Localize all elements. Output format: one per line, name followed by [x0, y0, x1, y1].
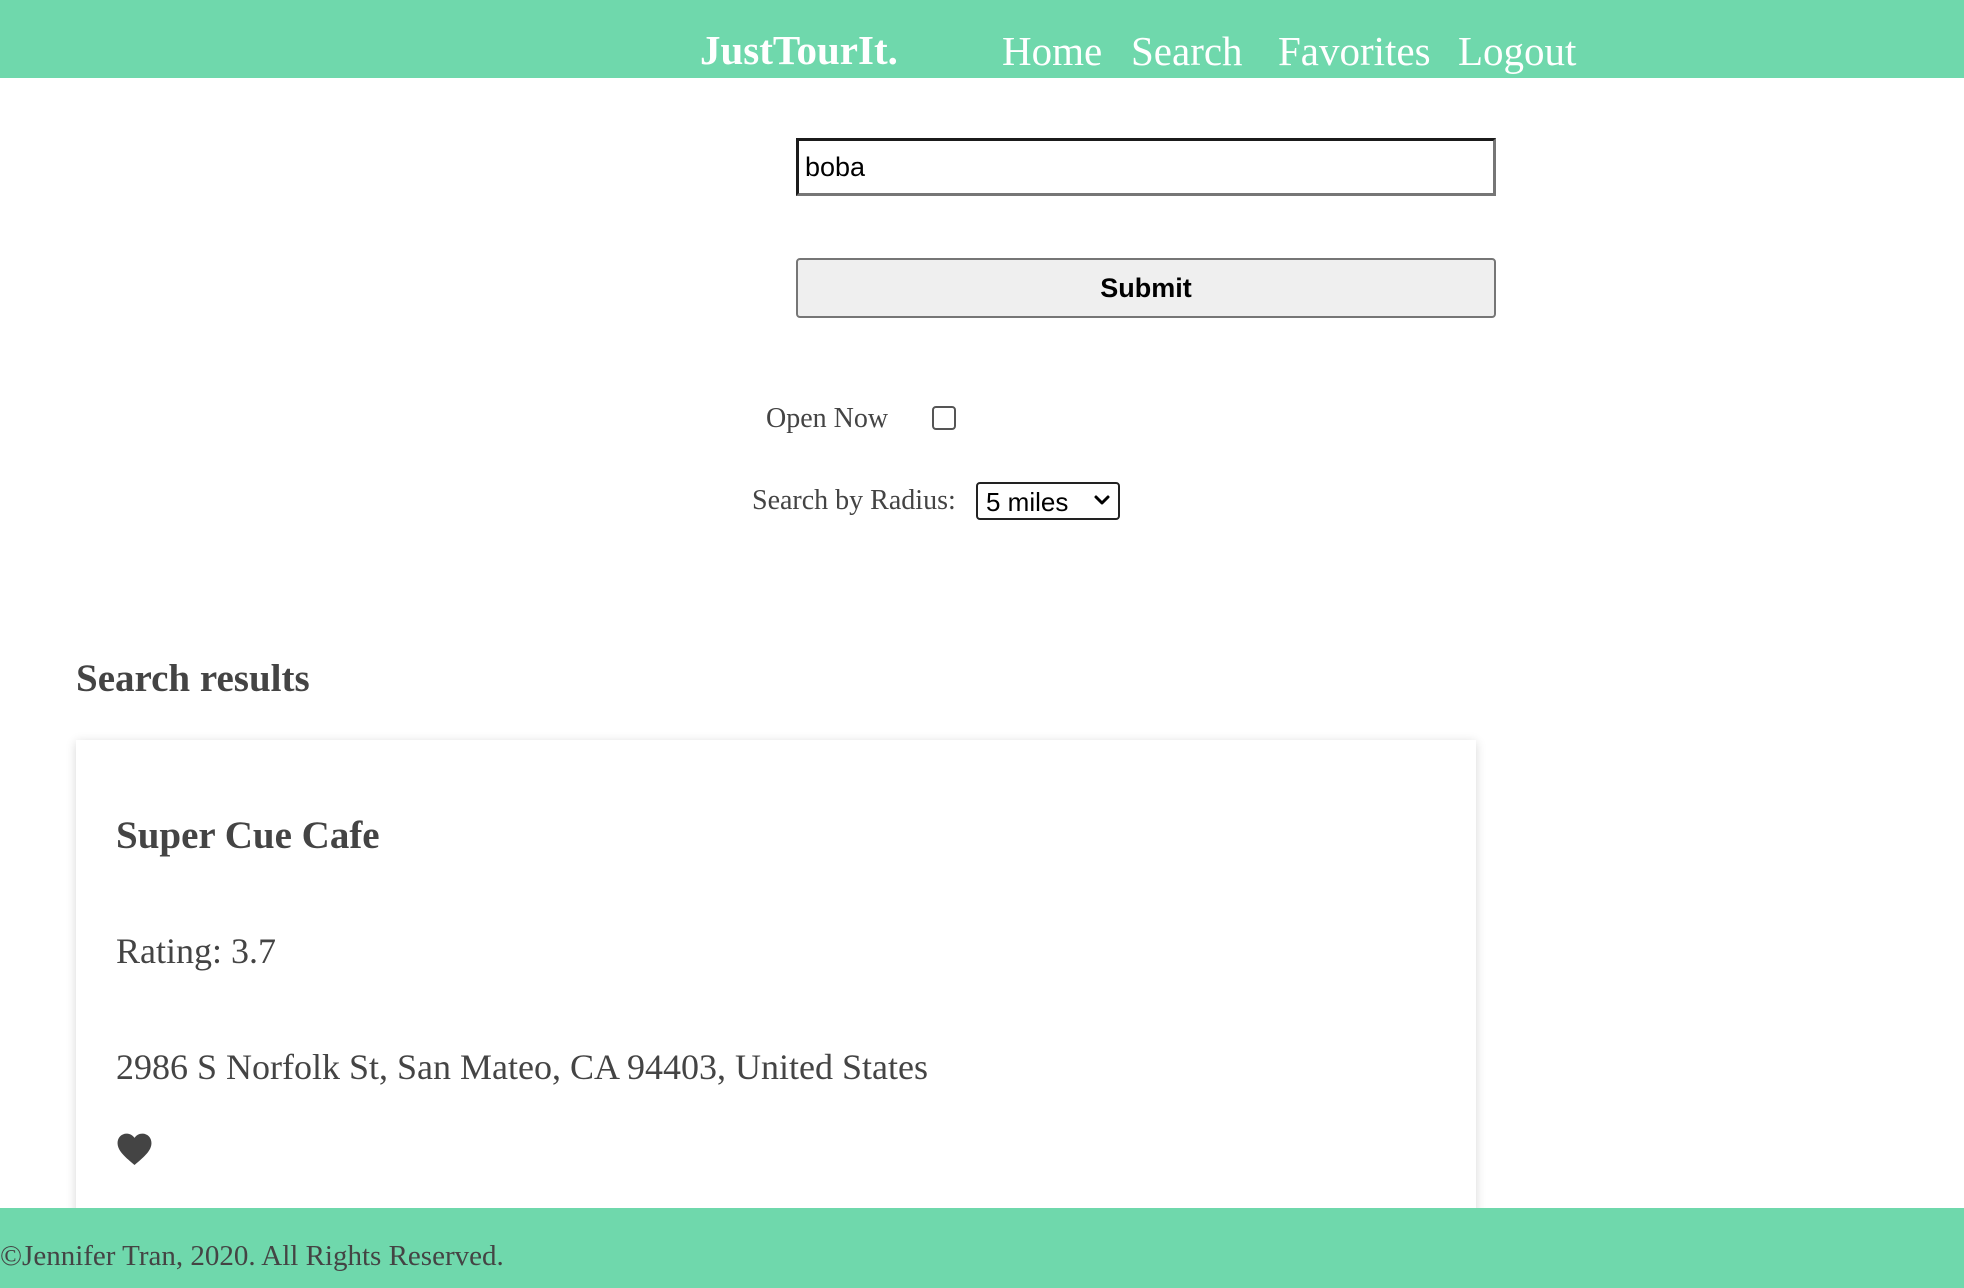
- submit-button[interactable]: Submit: [796, 258, 1496, 318]
- search-input[interactable]: [796, 138, 1496, 196]
- search-results-heading: Search results: [76, 657, 310, 700]
- place-rating: Rating: 3.7: [116, 931, 276, 971]
- result-card: Super Cue Cafe Rating: 3.7 2986 S Norfol…: [76, 740, 1476, 1260]
- place-address: 2986 S Norfolk St, San Mateo, CA 94403, …: [116, 1047, 928, 1087]
- nav-link-favorites[interactable]: Favorites: [1278, 27, 1431, 75]
- chevron-down-icon: [1094, 495, 1110, 505]
- nav-link-logout[interactable]: Logout: [1458, 27, 1576, 75]
- heart-icon[interactable]: [116, 1132, 153, 1166]
- radius-label: Search by Radius:: [752, 485, 956, 516]
- nav-link-home[interactable]: Home: [1002, 27, 1102, 75]
- open-now-checkbox[interactable]: [932, 406, 956, 430]
- radius-select[interactable]: 5 miles: [976, 482, 1120, 520]
- radius-selected-value: 5 miles: [986, 487, 1069, 517]
- nav-link-search[interactable]: Search: [1131, 27, 1243, 75]
- place-name: Super Cue Cafe: [116, 814, 380, 857]
- top-navbar: JustTourIt. Home Search Favorites Logout: [0, 0, 1964, 78]
- open-now-label: Open Now: [766, 403, 889, 434]
- footer: ©Jennifer Tran, 2020. All Rights Reserve…: [0, 1208, 1964, 1288]
- copyright-text: ©Jennifer Tran, 2020. All Rights Reserve…: [0, 1240, 504, 1272]
- brand-logo[interactable]: JustTourIt.: [700, 26, 898, 74]
